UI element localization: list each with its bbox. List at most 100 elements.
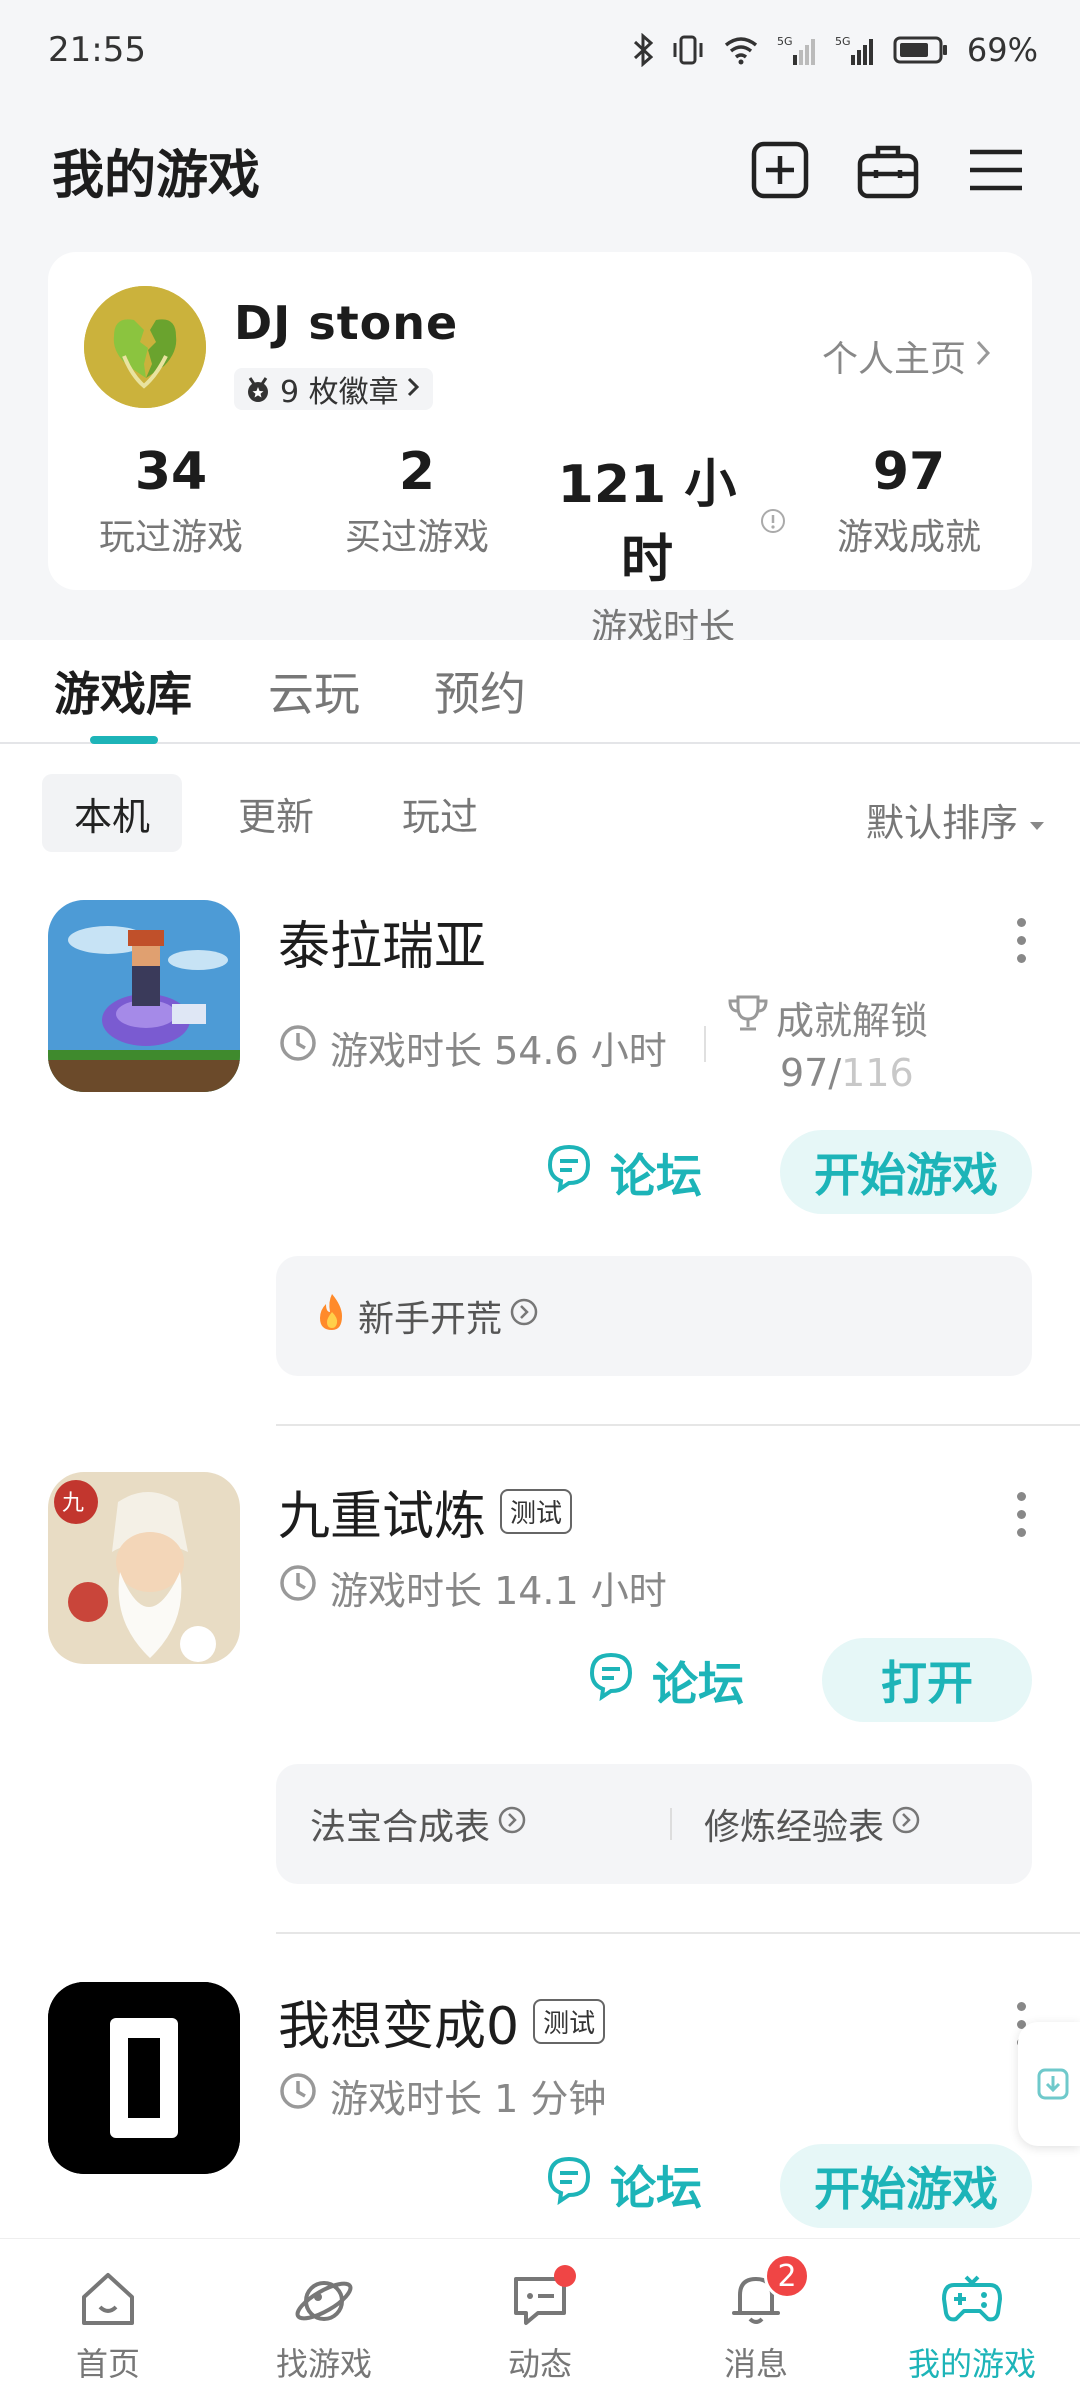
game-name[interactable]: 九重试炼 测试 [278,1474,573,1549]
circle-chevron-icon [496,1804,528,1845]
stat-play-time[interactable]: 121 小时 游戏时长 [540,442,786,650]
stat-achievements[interactable]: 97 游戏成就 [786,442,1032,650]
toolbox-icon[interactable] [856,138,920,202]
svg-text:5G: 5G [777,35,793,48]
fire-icon [312,1290,352,1343]
menu-icon[interactable] [964,138,1028,202]
vertical-divider [670,1808,672,1840]
forum-button[interactable]: 论坛 [544,2152,702,2218]
start-game-button[interactable]: 开始游戏 [780,2144,1032,2228]
filter-local[interactable]: 本机 [42,774,183,852]
nav-label: 我的游戏 [907,2345,1036,2383]
game-name[interactable]: 我想变成0 测试 [278,1984,606,2059]
guide-cultivation-exp[interactable]: 修炼经验表 [704,1798,922,1850]
home-icon [76,2267,140,2331]
game-list-panel: 本机 更新 玩过 默认排序 泰拉瑞亚 游戏时长 54.6 小时 成就解锁 97/… [0,744,1080,2238]
svg-text:九: 九 [62,1491,84,1516]
guide-label: 法宝合成表 [310,1807,491,1848]
forum-label: 论坛 [610,2161,702,2215]
game-icon-jiuzhong[interactable]: 九 [48,1472,240,1664]
stat-played-games[interactable]: 34 玩过游戏 [48,442,294,650]
nav-label: 首页 [75,2345,140,2383]
signal-icon-1: 5G [777,33,817,67]
avatar[interactable] [84,286,206,408]
trophy-icon [726,993,770,1042]
bottom-nav: 首页 找游戏 动态 2 消息 我的游戏 [0,2238,1080,2400]
sort-label: 默认排序 [865,801,1018,845]
message-count-badge: 2 [764,2253,810,2299]
playtime-text: 游戏时长 54.6 小时 [330,1029,667,1073]
status-bar: 21:55 5G 5G 69% [0,0,1080,100]
caret-down-icon [1028,798,1046,842]
nav-feed[interactable]: 动态 [432,2239,648,2400]
start-game-button[interactable]: 开始游戏 [780,1130,1032,1214]
tab-cloud-play[interactable]: 云玩 [268,658,360,724]
forum-icon [586,1651,636,1712]
nav-label: 消息 [723,2345,788,2383]
sort-dropdown[interactable]: 默认排序 [866,792,1046,847]
page-title: 我的游戏 [52,145,261,206]
game-title: 我想变成0 [278,1997,520,2057]
forum-button[interactable]: 论坛 [544,1140,702,1206]
filter-updates[interactable]: 更新 [206,774,346,852]
forum-button[interactable]: 论坛 [586,1648,744,1714]
game-icon-zero[interactable] [48,1982,240,2174]
stat-label: 游戏成就 [836,517,981,558]
stat-value: 121 小时 [557,455,737,590]
nav-my-games[interactable]: 我的游戏 [864,2239,1080,2400]
personal-homepage-link[interactable]: 个人主页 [822,330,992,382]
stat-label: 玩过游戏 [98,517,243,558]
personal-homepage-label: 个人主页 [821,339,966,380]
nav-label: 动态 [507,2345,572,2383]
circle-chevron-icon [508,1296,540,1337]
stat-label: 买过游戏 [344,517,489,558]
achievement-total: 116 [841,1051,914,1095]
list-divider [276,1424,1080,1426]
guide-treasure-synthesis[interactable]: 法宝合成表 [310,1798,528,1850]
playtime-text: 游戏时长 14.1 小时 [330,1569,667,1613]
guide-box: 法宝合成表 修炼经验表 [276,1764,1032,1884]
open-button[interactable]: 打开 [822,1638,1032,1722]
unread-dot [554,2265,576,2287]
game-title: 泰拉瑞亚 [278,917,487,977]
filter-played[interactable]: 玩过 [370,774,510,852]
vertical-divider [704,1026,706,1062]
svg-text:5G: 5G [835,35,851,48]
achievement-label: 成就解锁 [776,999,929,1043]
library-tabs: 游戏库 云玩 预约 [0,640,1080,744]
game-title: 九重试炼 [278,1487,487,1547]
guide-newbie[interactable]: 新手开荒 [312,1290,540,1343]
tab-game-library[interactable]: 游戏库 [54,658,192,724]
achievement-unlock[interactable]: 成就解锁 97/116 [726,990,928,1095]
profile-card[interactable]: DJ stone 9 枚徽章 个人主页 34 玩过游戏 2 买过游戏 121 小… [48,252,1032,648]
game-playtime: 游戏时长 14.1 小时 [278,1560,667,1615]
add-square-icon[interactable] [748,138,812,202]
download-icon [1036,2066,1070,2106]
game-playtime: 游戏时长 1 分钟 [278,2068,606,2123]
page-header: 我的游戏 [0,120,1080,220]
info-icon[interactable] [760,487,786,547]
badges-chip[interactable]: 9 枚徽章 [234,368,433,410]
playtime-text: 游戏时长 1 分钟 [330,2077,607,2121]
gamepad-icon [940,2267,1004,2331]
nav-messages[interactable]: 2 消息 [648,2239,864,2400]
game-icon-terraria[interactable] [48,900,240,1092]
nav-home[interactable]: 首页 [0,2239,216,2400]
guide-label: 修炼经验表 [704,1807,885,1848]
stat-value: 34 [134,442,208,502]
battery-icon [893,35,949,65]
circle-chevron-icon [890,1804,922,1845]
wifi-icon [723,35,759,65]
game-name[interactable]: 泰拉瑞亚 [278,904,486,979]
more-options-icon[interactable] [1014,918,1028,972]
more-options-icon[interactable] [1014,1492,1028,1546]
guide-label: 新手开荒 [358,1299,503,1340]
clock-icon [278,1023,318,1072]
stat-bought-games[interactable]: 2 买过游戏 [294,442,540,650]
tab-reservations[interactable]: 预约 [434,658,526,724]
planet-icon [292,2267,356,2331]
test-tag: 测试 [500,1489,573,1534]
nav-find-games[interactable]: 找游戏 [216,2239,432,2400]
floating-side-tab[interactable] [1018,2022,1080,2146]
clock-icon [278,2071,318,2120]
